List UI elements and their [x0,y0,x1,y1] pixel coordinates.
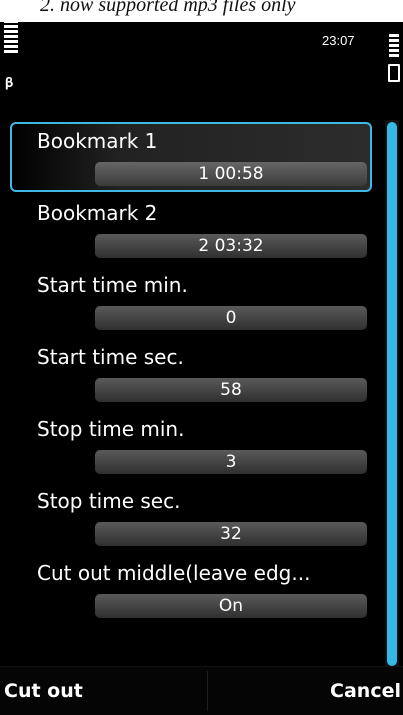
list-item-bookmark-1[interactable]: Bookmark 1 1 00:58 [0,120,380,192]
list-item-cut-out-middle[interactable]: Cut out middle(leave edg... On [0,552,380,624]
antenna-icon: 𝛃 [5,75,14,91]
caption-text: 2. now supported mp3 files only [40,0,296,16]
cancel-softkey[interactable]: Cancel [330,667,401,715]
caption-strip: 2. now supported mp3 files only [0,0,403,22]
list-item-start-time-sec[interactable]: Start time sec. 58 [0,336,380,408]
item-label: Cut out middle(leave edg... [37,561,311,585]
battery-icon [389,34,399,59]
item-label: Start time sec. [37,345,184,369]
item-label: Bookmark 1 [37,129,158,153]
battery-outline-icon [388,64,400,82]
phone-screen: 2. now supported mp3 files only 𝛃 ✱ 23:0… [0,0,403,715]
list-item-stop-time-sec[interactable]: Stop time sec. 32 [0,480,380,552]
item-value-field[interactable]: 3 [95,450,367,474]
item-label: Start time min. [37,273,188,297]
softkey-bar: Cut out Cancel [0,666,403,715]
item-label: Stop time sec. [37,489,181,513]
item-value-field[interactable]: 58 [95,378,367,402]
list-item-stop-time-min[interactable]: Stop time min. 3 [0,408,380,480]
list-item-bookmark-2[interactable]: Bookmark 2 2 03:32 [0,192,380,264]
item-label: Bookmark 2 [37,201,158,225]
softkey-divider [207,671,208,711]
settings-list: Bookmark 1 1 00:58 Bookmark 2 2 03:32 St… [0,120,380,624]
item-label: Stop time min. [37,417,185,441]
list-item-start-time-min[interactable]: Start time min. 0 [0,264,380,336]
item-value-field[interactable]: On [95,594,367,618]
item-value-field[interactable]: 1 00:58 [95,162,367,186]
item-value-field[interactable]: 0 [95,306,367,330]
scrollbar-thumb[interactable] [387,122,397,666]
clock: 23:07 [322,33,355,48]
cut-out-softkey[interactable]: Cut out [4,667,83,715]
item-value-field[interactable]: 32 [95,522,367,546]
item-value-field[interactable]: 2 03:32 [95,234,367,258]
